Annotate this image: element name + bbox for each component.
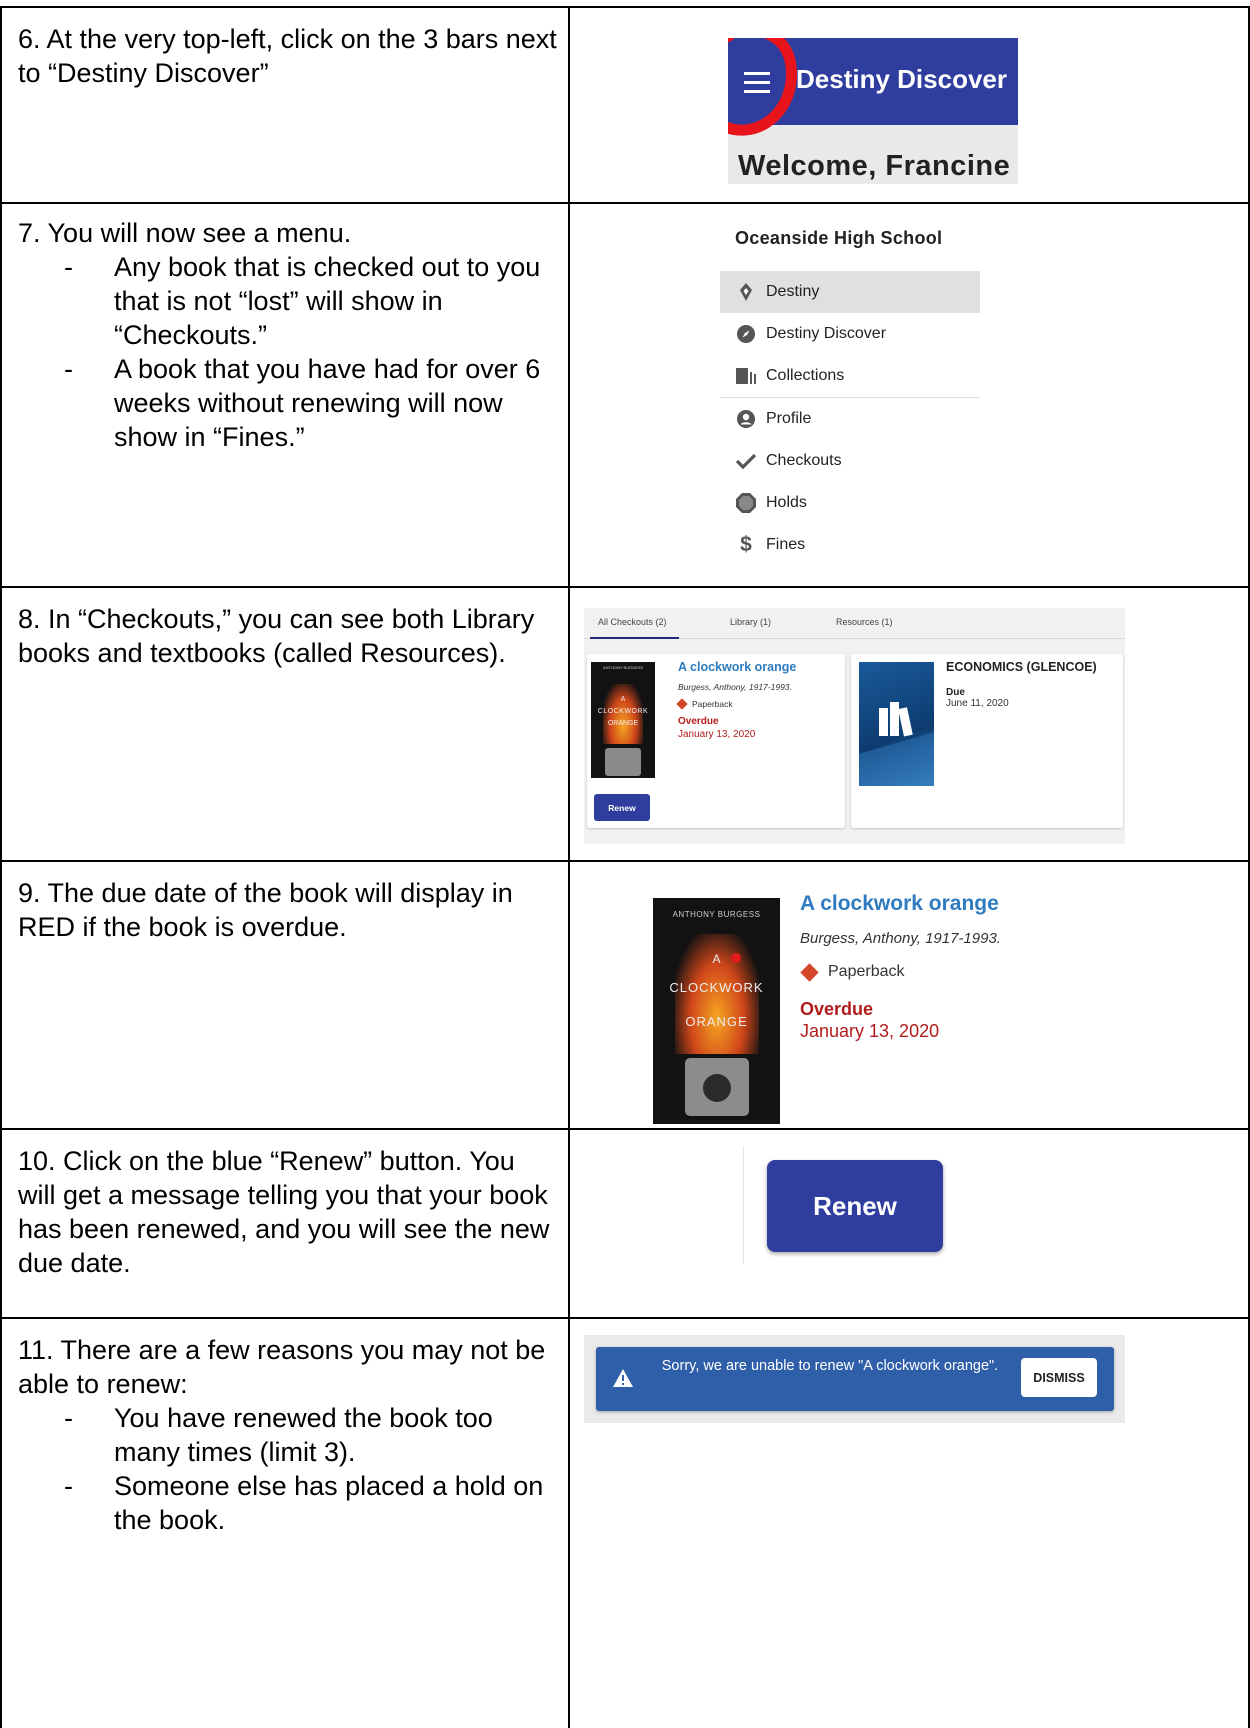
alert-message: Sorry, we are unable to renew "A clockwo… [661, 1358, 999, 1374]
menu-item-collections[interactable]: Collections [720, 355, 980, 398]
cover-author: ANTHONY BURGESS [602, 665, 644, 670]
menu-item-profile[interactable]: Profile [720, 398, 980, 440]
cover-title-line: CLOCKWORK [669, 980, 764, 995]
step-7-bullet: Any book that is checked out to you that… [18, 250, 558, 352]
book-author: Burgess, Anthony, 1917-1993. [678, 682, 792, 692]
book-format: Paperback [800, 962, 905, 982]
dollar-icon: $ [740, 533, 752, 556]
table-border-left [0, 6, 2, 1728]
step-6-text: 6. At the very top-left, click on the 3 … [18, 22, 558, 90]
menu-item-destiny[interactable]: Destiny [720, 271, 980, 313]
row-divider [0, 202, 1250, 204]
resource-checkout-card: ECONOMICS (GLENCOE) Due June 11, 2020 [851, 654, 1123, 828]
book-checkout-card: ANTHONY BURGESS A CLOCKWORK ORANGE A clo… [587, 654, 845, 828]
menu-item-holds[interactable]: Holds [720, 482, 980, 524]
paperback-icon [676, 698, 688, 710]
destiny-logo-icon [735, 281, 757, 303]
table-border-right [1248, 6, 1250, 1728]
renew-button[interactable]: Renew [767, 1160, 943, 1252]
tab-library[interactable]: Library (1) [730, 617, 771, 627]
menu-item-destiny-discover[interactable]: Destiny Discover [720, 313, 980, 355]
books-icon [859, 702, 934, 786]
checkouts-screenshot: All Checkouts (2) Library (1) Resources … [584, 608, 1125, 844]
cover-title-line: CLOCKWORK [597, 708, 649, 715]
navigation-menu: Destiny Destiny Discover Collections Pro… [720, 271, 980, 566]
header-screenshot: Destiny Discover Welcome, Francine [728, 38, 1018, 184]
resource-cover-image [859, 662, 934, 786]
book-title-link[interactable]: A clockwork orange [800, 892, 999, 916]
paperback-icon [800, 962, 819, 982]
cover-title-line: ORANGE [607, 720, 639, 727]
step-11-intro: 11. There are a few reasons you may not … [18, 1335, 546, 1399]
book-format: Paperback [676, 698, 733, 710]
cover-letter: A [620, 696, 626, 703]
book-title-link[interactable]: A clockwork orange [678, 660, 796, 674]
book-format-label: Paperback [828, 963, 905, 980]
error-alert: Sorry, we are unable to renew "A clockwo… [596, 1347, 1114, 1411]
checkmark-icon [735, 450, 757, 472]
resource-due-label: Due [946, 687, 965, 698]
table-column-divider [568, 6, 570, 1728]
step-8-text: 8. In “Checkouts,” you can see both Libr… [18, 602, 558, 670]
menu-item-label: Destiny [766, 283, 820, 300]
book-format-label: Paperback [692, 699, 733, 709]
collections-icon [735, 365, 757, 387]
row-divider [0, 1128, 1250, 1130]
account-circle-icon [735, 408, 757, 430]
row-divider [0, 586, 1250, 588]
row-divider [0, 1317, 1250, 1319]
book-cover-large: ANTHONY BURGESS A CLOCKWORK ORANGE [653, 898, 780, 1124]
step-9-text: 9. The due date of the book will display… [18, 876, 558, 944]
tab-all-checkouts[interactable]: All Checkouts (2) [590, 617, 678, 639]
menu-item-fines[interactable]: $ Fines [720, 524, 980, 566]
compass-icon [735, 323, 757, 345]
row-divider [0, 860, 1250, 862]
step-7-intro: 7. You will now see a menu. [18, 218, 352, 248]
cover-author: ANTHONY BURGESS [672, 910, 761, 919]
resource-due-date: June 11, 2020 [946, 698, 1009, 709]
step-6-paragraph: 6. At the very top-left, click on the 3 … [18, 24, 557, 88]
step-10-paragraph: 10. Click on the blue “Renew” button. Yo… [18, 1146, 550, 1278]
menu-item-label: Profile [766, 410, 812, 427]
resource-title[interactable]: ECONOMICS (GLENCOE) [946, 660, 1097, 674]
welcome-message: Welcome, Francine [738, 150, 1011, 182]
checkouts-tabs: All Checkouts (2) Library (1) Resources … [584, 608, 1125, 639]
step-11-bullet: Someone else has placed a hold on the bo… [18, 1469, 558, 1537]
divider [743, 1146, 744, 1264]
menu-item-label: Destiny Discover [766, 325, 887, 342]
row-divider [0, 6, 1250, 8]
red-highlight-circle-icon [728, 38, 797, 136]
step-8-paragraph: 8. In “Checkouts,” you can see both Libr… [18, 604, 535, 668]
warning-icon [613, 1369, 633, 1387]
app-brand-title: Destiny Discover [796, 64, 1007, 94]
step-11-text: 11. There are a few reasons you may not … [18, 1333, 558, 1537]
menu-item-checkouts[interactable]: Checkouts [720, 440, 980, 482]
book-cover-image: ANTHONY BURGESS A CLOCKWORK ORANGE [591, 662, 655, 778]
school-name: Oceanside High School [735, 228, 943, 248]
octagon-icon [735, 492, 757, 514]
due-date: January 13, 2020 [800, 1021, 940, 1041]
book-author: Burgess, Anthony, 1917-1993. [800, 930, 1001, 947]
menu-item-label: Collections [766, 367, 845, 384]
dismiss-button[interactable]: DISMISS [1021, 1358, 1097, 1397]
menu-item-label: Fines [766, 536, 806, 553]
tab-resources[interactable]: Resources (1) [836, 617, 893, 627]
cover-letter: A [712, 952, 721, 966]
overdue-label: Overdue [800, 999, 874, 1019]
step-10-text: 10. Click on the blue “Renew” button. Yo… [18, 1144, 558, 1280]
red-dot-icon [731, 953, 741, 963]
step-7-text: 7. You will now see a menu. Any book tha… [18, 216, 558, 454]
step-9-paragraph: 9. The due date of the book will display… [18, 878, 513, 942]
menu-item-label: Checkouts [766, 452, 842, 469]
menu-item-label: Holds [766, 494, 807, 511]
step-11-bullet: You have renewed the book too many times… [18, 1401, 558, 1469]
step-7-bullet: A book that you have had for over 6 week… [18, 352, 558, 454]
renew-button[interactable]: Renew [594, 794, 650, 821]
due-date: January 13, 2020 [678, 729, 756, 740]
overdue-label: Overdue [678, 716, 719, 727]
cover-title-line: ORANGE [685, 1014, 748, 1029]
